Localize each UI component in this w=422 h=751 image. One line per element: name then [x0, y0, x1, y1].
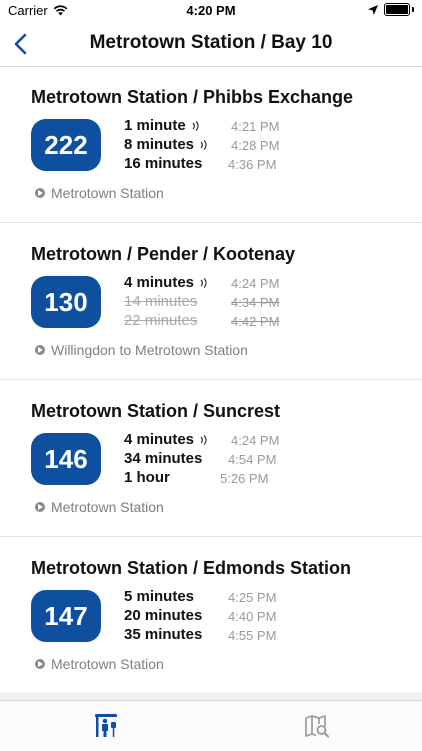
arrival-times: 4 minutes 4:24 PM 34 minutes 4:54 PM 1 hour 5… — [124, 431, 324, 488]
arrival-eta: 8 minutes — [124, 136, 195, 153]
destination-label: Metrotown Station — [51, 499, 164, 515]
route-card[interactable]: Metrotown / Pender / Kootenay 130 4 minute… — [0, 224, 422, 380]
arrival-eta: 22 minutes — [124, 312, 198, 329]
route-card[interactable]: Metrotown Station / Edmonds Station 147 5 … — [0, 538, 422, 694]
arrival-row: 16 minutes 4:36 PM — [124, 155, 324, 174]
tab-stops[interactable] — [94, 713, 120, 739]
arrow-circle-right-icon — [35, 345, 45, 355]
arrival-eta: 1 minute — [124, 117, 186, 134]
realtime-signal-icon — [192, 121, 199, 131]
arrival-eta: 16 minutes — [124, 155, 203, 172]
arrival-row: 1 hour 5:26 PM — [124, 469, 324, 488]
arrival-row: 8 minutes 4:28 PM — [124, 136, 324, 155]
arrival-eta: 4 minutes — [124, 274, 195, 291]
arrival-clock-time: 4:55 PM — [228, 628, 277, 643]
realtime-signal-icon — [200, 435, 207, 445]
arrival-clock-time: 4:54 PM — [228, 452, 277, 467]
route-destination: Willingdon to Metrotown Station — [35, 342, 248, 358]
arrival-clock-time: 5:26 PM — [220, 471, 269, 486]
route-title: Metrotown Station / Phibbs Exchange — [31, 87, 354, 107]
arrival-row: 20 minutes 4:40 PM — [124, 607, 324, 626]
route-title: Metrotown Station / Edmonds Station — [31, 558, 351, 578]
route-destination: Metrotown Station — [35, 499, 164, 515]
page-title: Metrotown Station / Bay 10 — [89, 32, 333, 53]
realtime-signal-icon — [200, 140, 207, 150]
arrival-row: 5 minutes 4:25 PM — [124, 588, 324, 607]
arrival-clock-time: 4:24 PM — [231, 433, 280, 448]
route-card[interactable]: Metrotown Station / Suncrest 146 4 minutes… — [0, 381, 422, 537]
arrival-clock-time: 4:40 PM — [228, 609, 277, 624]
arrival-clock-time: 4:36 PM — [228, 157, 277, 172]
location-arrow-icon — [368, 4, 378, 15]
arrival-eta: 5 minutes — [124, 588, 195, 605]
arrival-clock-time: 4:42 PM — [231, 314, 280, 329]
arrival-clock-time: 4:21 PM — [231, 119, 280, 134]
arrival-clock-time: 4:25 PM — [228, 590, 277, 605]
route-list: Metrotown Station / Phibbs Exchange 222 1 … — [0, 67, 422, 694]
route-title: Metrotown / Pender / Kootenay — [31, 244, 296, 264]
arrow-circle-right-icon — [35, 659, 45, 669]
bus-stop-icon — [95, 714, 117, 737]
arrival-row: 35 minutes 4:55 PM — [124, 626, 324, 645]
arrival-times: 4 minutes 4:24 PM 14 minutes 4:34 PM 22 minu… — [124, 274, 324, 331]
arrival-clock-time: 4:28 PM — [231, 138, 280, 153]
arrival-row: 1 minute 4:21 PM — [124, 117, 324, 136]
arrival-row: 22 minutes 4:42 PM — [124, 312, 324, 331]
arrival-eta: 34 minutes — [124, 450, 203, 467]
route-destination: Metrotown Station — [35, 185, 164, 201]
arrival-eta: 14 minutes — [124, 293, 198, 310]
arrow-circle-right-icon — [35, 502, 45, 512]
arrival-eta: 4 minutes — [124, 431, 195, 448]
arrival-eta: 1 hour — [124, 469, 170, 486]
status-bar: Carrier 4:20 PM — [0, 0, 422, 22]
tab-bar — [0, 700, 422, 751]
arrival-times: 5 minutes 4:25 PM 20 minutes 4:40 PM 35 minu… — [124, 588, 324, 645]
arrival-eta: 35 minutes — [124, 626, 203, 643]
route-number-badge: 147 — [31, 590, 101, 642]
destination-label: Metrotown Station — [51, 185, 164, 201]
next-route-card-edge — [0, 692, 422, 700]
route-number-badge: 146 — [31, 433, 101, 485]
route-number-badge: 130 — [31, 276, 101, 328]
arrival-clock-time: 4:34 PM — [231, 295, 280, 310]
route-title: Metrotown Station / Suncrest — [31, 401, 281, 421]
tab-map[interactable] — [304, 713, 330, 739]
arrival-row: 34 minutes 4:54 PM — [124, 450, 324, 469]
route-card[interactable]: Metrotown Station / Phibbs Exchange 222 1 … — [0, 67, 422, 223]
arrival-eta: 20 minutes — [124, 607, 203, 624]
destination-label: Metrotown Station — [51, 656, 164, 672]
arrival-clock-time: 4:24 PM — [231, 276, 280, 291]
route-destination: Metrotown Station — [35, 656, 164, 672]
arrival-row: 4 minutes 4:24 PM — [124, 274, 324, 293]
arrival-times: 1 minute 4:21 PM 8 minutes 4:28 PM 16 minute… — [124, 117, 324, 174]
status-time: 4:20 PM — [186, 3, 236, 18]
destination-label: Willingdon to Metrotown Station — [51, 342, 248, 358]
navigation-bar: Metrotown Station / Bay 10 — [0, 22, 422, 67]
realtime-signal-icon — [200, 278, 207, 288]
arrival-row: 14 minutes 4:34 PM — [124, 293, 324, 312]
battery-icon — [384, 3, 410, 16]
route-number-badge: 222 — [31, 119, 101, 171]
arrow-circle-right-icon — [35, 188, 45, 198]
map-search-icon — [305, 715, 329, 738]
arrival-row: 4 minutes 4:24 PM — [124, 431, 324, 450]
